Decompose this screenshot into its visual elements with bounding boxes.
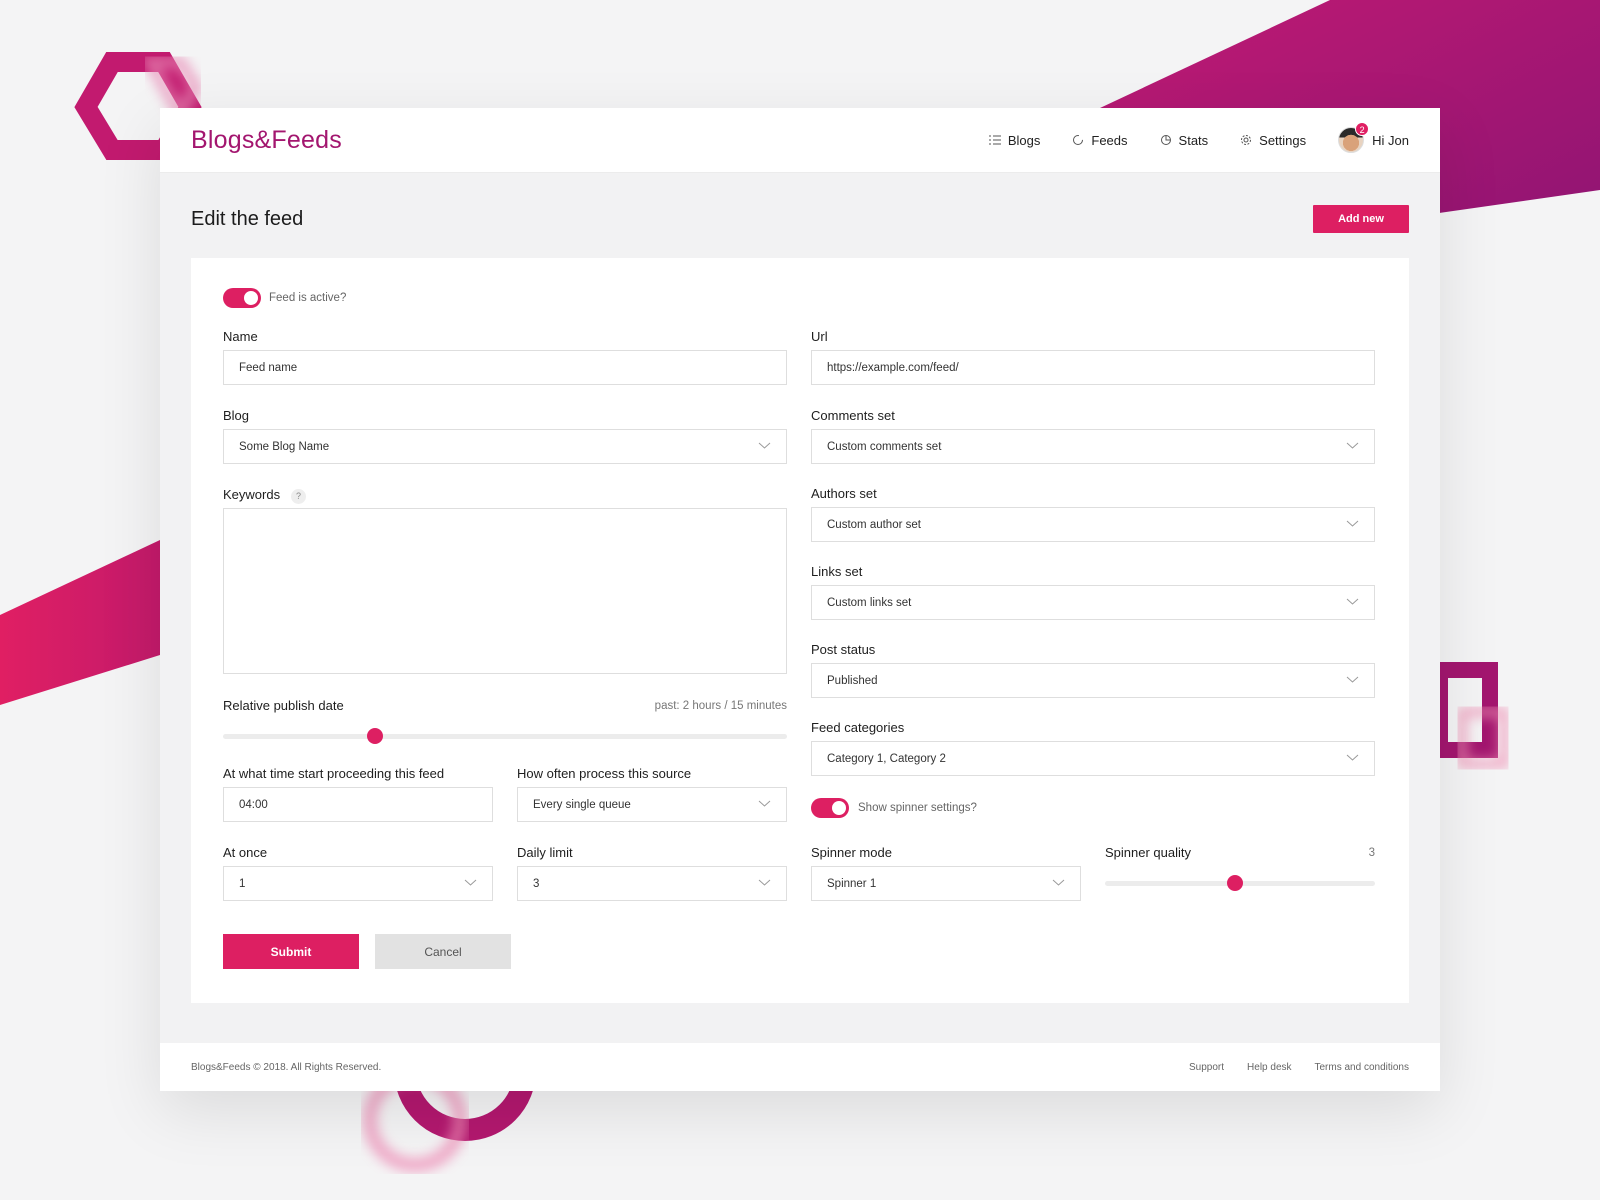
nav-blogs[interactable]: Blogs	[988, 132, 1041, 148]
relative-date-slider-track[interactable]	[223, 734, 787, 739]
spinner-mode-label: Spinner mode	[811, 845, 892, 860]
chevron-down-icon	[1346, 520, 1359, 527]
page-header: Edit the feed Add new	[160, 172, 1440, 266]
page-title: Edit the feed	[191, 207, 304, 230]
chevron-down-icon	[758, 879, 771, 886]
nav-blogs-label: Blogs	[1007, 132, 1041, 148]
nav-feeds-label: Feeds	[1091, 132, 1128, 148]
feed-form: Feed is active? Name Feed name Blog Some…	[191, 258, 1409, 1003]
start-time-value: 04:00	[239, 798, 268, 811]
spinner-quality-label: Spinner quality	[1105, 845, 1191, 860]
feed-active-label: Feed is active?	[269, 292, 347, 304]
refresh-icon	[1073, 135, 1084, 145]
start-time-input[interactable]: 04:00	[223, 787, 493, 822]
how-often-value: Every single queue	[533, 798, 631, 811]
pie-chart-icon	[1160, 135, 1171, 145]
how-often-select[interactable]: Every single queue	[517, 787, 787, 822]
chevron-down-icon	[1346, 676, 1359, 683]
relative-date-slider-thumb[interactable]	[367, 728, 384, 744]
feed-categories-value: Category 1, Category 2	[827, 752, 946, 765]
start-time-label: At what time start proceeding this feed	[223, 766, 445, 781]
app-logo[interactable]: Blogs&Feeds	[191, 126, 342, 155]
how-often-label: How often process this source	[517, 766, 692, 781]
gear-icon	[1241, 135, 1252, 145]
top-navigation: Blogs&Feeds Blogs Feeds Stats Settings 2	[160, 108, 1440, 172]
blog-select[interactable]: Some Blog Name	[223, 429, 787, 464]
links-select[interactable]: Custom links set	[811, 585, 1375, 620]
feed-active-toggle[interactable]	[223, 288, 261, 308]
name-input[interactable]: Feed name	[223, 350, 787, 385]
keywords-textarea[interactable]	[223, 508, 787, 674]
keywords-help-icon[interactable]: ?	[291, 489, 306, 504]
nav-feeds[interactable]: Feeds	[1072, 132, 1128, 148]
chevron-down-icon	[1346, 442, 1359, 449]
notification-badge: 2	[1355, 122, 1370, 136]
cancel-button[interactable]: Cancel	[375, 934, 511, 969]
relative-date-label: Relative publish date	[223, 698, 344, 713]
name-value: Feed name	[239, 361, 298, 374]
relative-date-value: past: 2 hours / 15 minutes	[654, 700, 787, 712]
nav-settings-label: Settings	[1259, 132, 1307, 148]
chevron-down-icon	[1052, 879, 1065, 886]
feed-categories-label: Feed categories	[811, 720, 905, 735]
user-menu[interactable]: 2 Hi Jon	[1338, 122, 1409, 153]
spinner-quality-value: 3	[1368, 847, 1375, 859]
authors-select[interactable]: Custom author set	[811, 507, 1375, 542]
blog-label: Blog	[223, 408, 250, 423]
blog-value: Some Blog Name	[239, 440, 330, 453]
avatar[interactable]: 2	[1338, 122, 1370, 153]
footer-support-link[interactable]: Support	[1189, 1062, 1224, 1073]
feed-categories-select[interactable]: Category 1, Category 2	[811, 741, 1375, 776]
main-nav: Blogs Feeds Stats Settings 2 Hi Jon	[988, 122, 1409, 153]
footer-helpdesk-link[interactable]: Help desk	[1247, 1062, 1291, 1073]
spinner-mode-value: Spinner 1	[827, 877, 877, 890]
post-status-value: Published	[827, 674, 878, 687]
authors-value: Custom author set	[827, 518, 921, 531]
at-once-select[interactable]: 1	[223, 866, 493, 901]
authors-label: Authors set	[811, 486, 877, 501]
links-value: Custom links set	[827, 596, 912, 609]
chevron-down-icon	[464, 879, 477, 886]
spinner-settings-toggle[interactable]	[811, 798, 849, 818]
comments-select[interactable]: Custom comments set	[811, 429, 1375, 464]
submit-button[interactable]: Submit	[223, 934, 359, 969]
comments-label: Comments set	[811, 408, 895, 423]
nav-stats[interactable]: Stats	[1160, 132, 1209, 148]
daily-limit-value: 3	[533, 877, 540, 890]
keywords-label: Keywords	[223, 487, 281, 502]
at-once-label: At once	[223, 845, 268, 860]
daily-limit-select[interactable]: 3	[517, 866, 787, 901]
nav-settings[interactable]: Settings	[1240, 133, 1306, 148]
add-new-button[interactable]: Add new	[1313, 205, 1409, 233]
user-greeting: Hi Jon	[1372, 132, 1409, 148]
url-label: Url	[811, 329, 828, 344]
comments-value: Custom comments set	[827, 440, 942, 453]
post-status-label: Post status	[811, 642, 876, 657]
list-icon	[988, 135, 1001, 145]
url-input[interactable]: https://example.com/feed/	[811, 350, 1375, 385]
chevron-down-icon	[758, 800, 771, 807]
url-value: https://example.com/feed/	[827, 361, 959, 374]
footer: Blogs&Feeds © 2018. All Rights Reserved.…	[160, 1043, 1440, 1091]
footer-copyright: Blogs&Feeds © 2018. All Rights Reserved.	[191, 1061, 382, 1073]
footer-terms-link[interactable]: Terms and conditions	[1315, 1062, 1410, 1073]
at-once-value: 1	[239, 877, 246, 890]
spinner-mode-select[interactable]: Spinner 1	[811, 866, 1081, 901]
nav-stats-label: Stats	[1178, 132, 1209, 148]
name-label: Name	[223, 329, 258, 344]
footer-links: Support Help desk Terms and conditions	[1189, 1062, 1409, 1073]
spinner-settings-label: Show spinner settings?	[858, 802, 977, 814]
links-label: Links set	[811, 564, 863, 579]
spinner-quality-slider-thumb[interactable]	[1226, 875, 1243, 891]
chevron-down-icon	[1346, 598, 1359, 605]
chevron-down-icon	[1346, 754, 1359, 761]
app-window: Blogs&Feeds Blogs Feeds Stats Settings 2	[160, 108, 1440, 1091]
chevron-down-icon	[758, 442, 771, 449]
post-status-select[interactable]: Published	[811, 663, 1375, 698]
daily-limit-label: Daily limit	[517, 845, 573, 860]
